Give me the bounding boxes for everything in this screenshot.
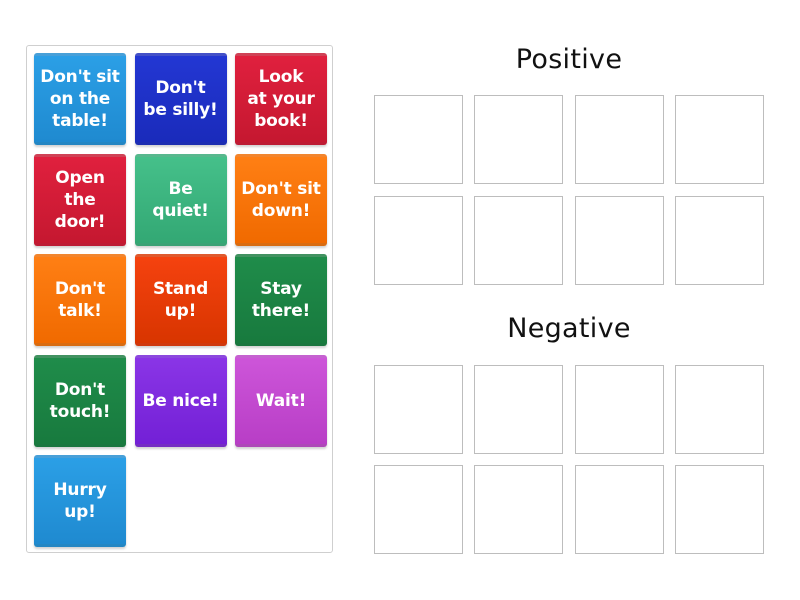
drop-slot-negative[interactable] xyxy=(474,365,563,454)
drop-slot-positive[interactable] xyxy=(474,95,563,184)
draggable-tile[interactable]: Stand up! xyxy=(134,254,227,346)
drop-slot-negative[interactable] xyxy=(675,465,764,554)
drop-slot-positive[interactable] xyxy=(675,196,764,285)
draggable-tile[interactable]: Be quiet! xyxy=(134,153,227,246)
draggable-tile[interactable]: Hurry up! xyxy=(34,455,126,547)
drop-slot-negative[interactable] xyxy=(575,465,664,554)
draggable-tile[interactable]: Don't talk! xyxy=(34,254,126,346)
drop-slot-positive[interactable] xyxy=(374,196,463,285)
drop-slot-positive[interactable] xyxy=(374,95,463,184)
group-title-positive: Positive xyxy=(515,44,623,75)
draggable-tile[interactable]: Be nice! xyxy=(134,354,227,447)
drop-slot-positive[interactable] xyxy=(575,95,664,184)
drop-slot-negative[interactable] xyxy=(374,365,463,454)
drop-slot-negative[interactable] xyxy=(474,465,563,554)
drop-slot-negative[interactable] xyxy=(675,365,764,454)
draggable-tile[interactable]: Don't sit down! xyxy=(235,153,327,246)
draggable-tile[interactable]: Wait! xyxy=(235,354,327,447)
drop-slot-negative[interactable] xyxy=(575,365,664,454)
drop-slot-positive[interactable] xyxy=(575,196,664,285)
group-title-negative: Negative xyxy=(507,313,631,344)
draggable-tile[interactable]: Don't be silly! xyxy=(134,53,227,145)
drop-slot-negative[interactable] xyxy=(374,465,463,554)
draggable-tile[interactable]: Don't sit on the table! xyxy=(34,53,126,145)
draggable-tile[interactable]: Don't touch! xyxy=(34,354,126,447)
draggable-tile[interactable]: Look at your book! xyxy=(235,53,327,145)
drop-slot-positive[interactable] xyxy=(675,95,764,184)
draggable-tile[interactable]: Stay there! xyxy=(235,254,327,346)
draggable-tile[interactable]: Open the door! xyxy=(34,153,126,246)
drop-slot-positive[interactable] xyxy=(474,196,563,285)
